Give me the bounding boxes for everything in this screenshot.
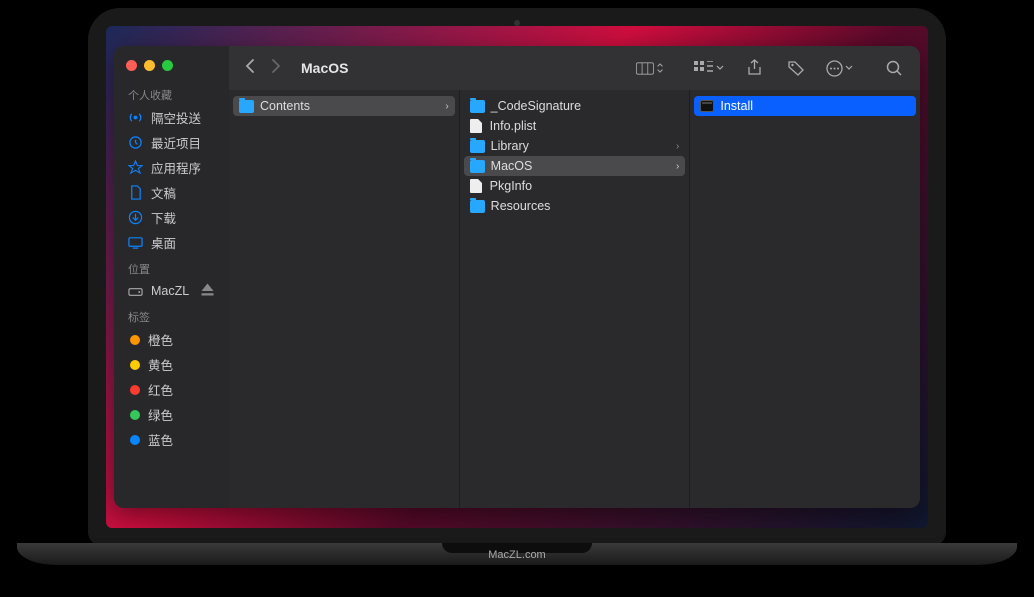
sidebar-item[interactable]: 桌面 [114,230,229,255]
sidebar-item[interactable]: 隔空投送 [114,105,229,130]
sidebar-item-label: 红色 [148,380,173,399]
sidebar-section-header: 个人收藏 [114,81,229,105]
share-button[interactable] [740,56,768,80]
sidebar-item[interactable]: 蓝色 [114,427,229,452]
file-row[interactable]: Resources [460,196,690,216]
file-name: PkgInfo [490,179,532,193]
window-controls [114,54,229,81]
minimize-button[interactable] [144,60,155,71]
sidebar-item-label: 隔空投送 [151,108,201,127]
sidebar-item-label: MacZL [151,284,189,298]
toolbar: MacOS [229,46,920,90]
sidebar-item[interactable]: 红色 [114,377,229,402]
sidebar-item[interactable]: 橙色 [114,327,229,352]
tag-dot-icon [130,410,140,420]
file-row[interactable]: _CodeSignature [460,96,690,116]
folder-icon [470,140,485,153]
file-name: Resources [491,199,551,213]
sidebar-item-label: 下载 [151,208,176,227]
desktop-icon [128,235,143,250]
more-button[interactable] [824,56,854,80]
chevron-right-icon: › [676,161,679,172]
sidebar: 个人收藏隔空投送最近项目应用程序文稿下载桌面位置 MacZL 标签橙色黄色红色绿色蓝… [114,46,229,508]
sidebar-item-label: 文稿 [151,183,176,202]
docs-icon [128,185,143,200]
airdrop-icon [128,110,143,125]
tag-dot-icon [130,335,140,345]
file-name: Info.plist [490,119,537,133]
search-button[interactable] [880,56,908,80]
chevron-right-icon: › [445,101,448,112]
column-browser: Contents › _CodeSignature Info.plist Library… [229,90,920,508]
file-name: Contents [260,99,310,113]
sidebar-item-label: 橙色 [148,330,173,349]
column: Contents › [229,90,460,508]
tag-dot-icon [130,385,140,395]
close-button[interactable] [126,60,137,71]
folder-icon [470,200,485,213]
sidebar-item[interactable]: 应用程序 [114,155,229,180]
folder-icon [239,100,254,113]
file-name: _CodeSignature [491,99,581,113]
window-title: MacOS [301,60,348,76]
eject-icon[interactable] [200,282,215,300]
maximize-button[interactable] [162,60,173,71]
disk-icon [128,284,143,299]
sidebar-item[interactable]: 黄色 [114,352,229,377]
file-name: Library [491,139,529,153]
group-button[interactable] [692,56,726,80]
sidebar-section-header: 位置 [114,255,229,279]
sidebar-item-label: 蓝色 [148,430,173,449]
file-icon [470,179,482,193]
apps-icon [128,160,143,175]
file-row[interactable]: Install [694,96,916,116]
sidebar-item-label: 绿色 [148,405,173,424]
sidebar-item[interactable]: 绿色 [114,402,229,427]
file-row[interactable]: Info.plist [460,116,690,136]
column: _CodeSignature Info.plist Library › MacOS › Pk… [460,90,691,508]
folder-icon [470,100,485,113]
sidebar-item-label: 应用程序 [151,158,201,177]
sidebar-item-label: 最近项目 [151,133,201,152]
file-row[interactable]: Contents › [233,96,455,116]
sidebar-item-label: 桌面 [151,233,176,252]
file-row[interactable]: Library › [460,136,690,156]
sidebar-item[interactable]: 最近项目 [114,130,229,155]
sidebar-item[interactable]: 文稿 [114,180,229,205]
sidebar-item[interactable]: 下载 [114,205,229,230]
back-button[interactable] [245,59,255,78]
chevron-right-icon: › [676,141,679,152]
folder-icon [470,160,485,173]
sidebar-section-header: 标签 [114,303,229,327]
downloads-icon [128,210,143,225]
finder-window: 个人收藏隔空投送最近项目应用程序文稿下载桌面位置 MacZL 标签橙色黄色红色绿色蓝… [114,46,920,508]
executable-icon [700,100,714,112]
tag-dot-icon [130,435,140,445]
forward-button[interactable] [271,59,281,78]
recents-icon [128,135,143,150]
file-icon [470,119,482,133]
tag-dot-icon [130,360,140,370]
watermark: MacZL.com [488,549,545,561]
sidebar-item-label: 黄色 [148,355,173,374]
file-row[interactable]: PkgInfo [460,176,690,196]
column: Install [690,90,920,508]
file-name: Install [720,99,753,113]
file-name: MacOS [491,159,533,173]
view-columns-button[interactable] [636,56,664,80]
sidebar-item[interactable]: MacZL [114,279,229,303]
file-row[interactable]: MacOS › [464,156,686,176]
tags-button[interactable] [782,56,810,80]
